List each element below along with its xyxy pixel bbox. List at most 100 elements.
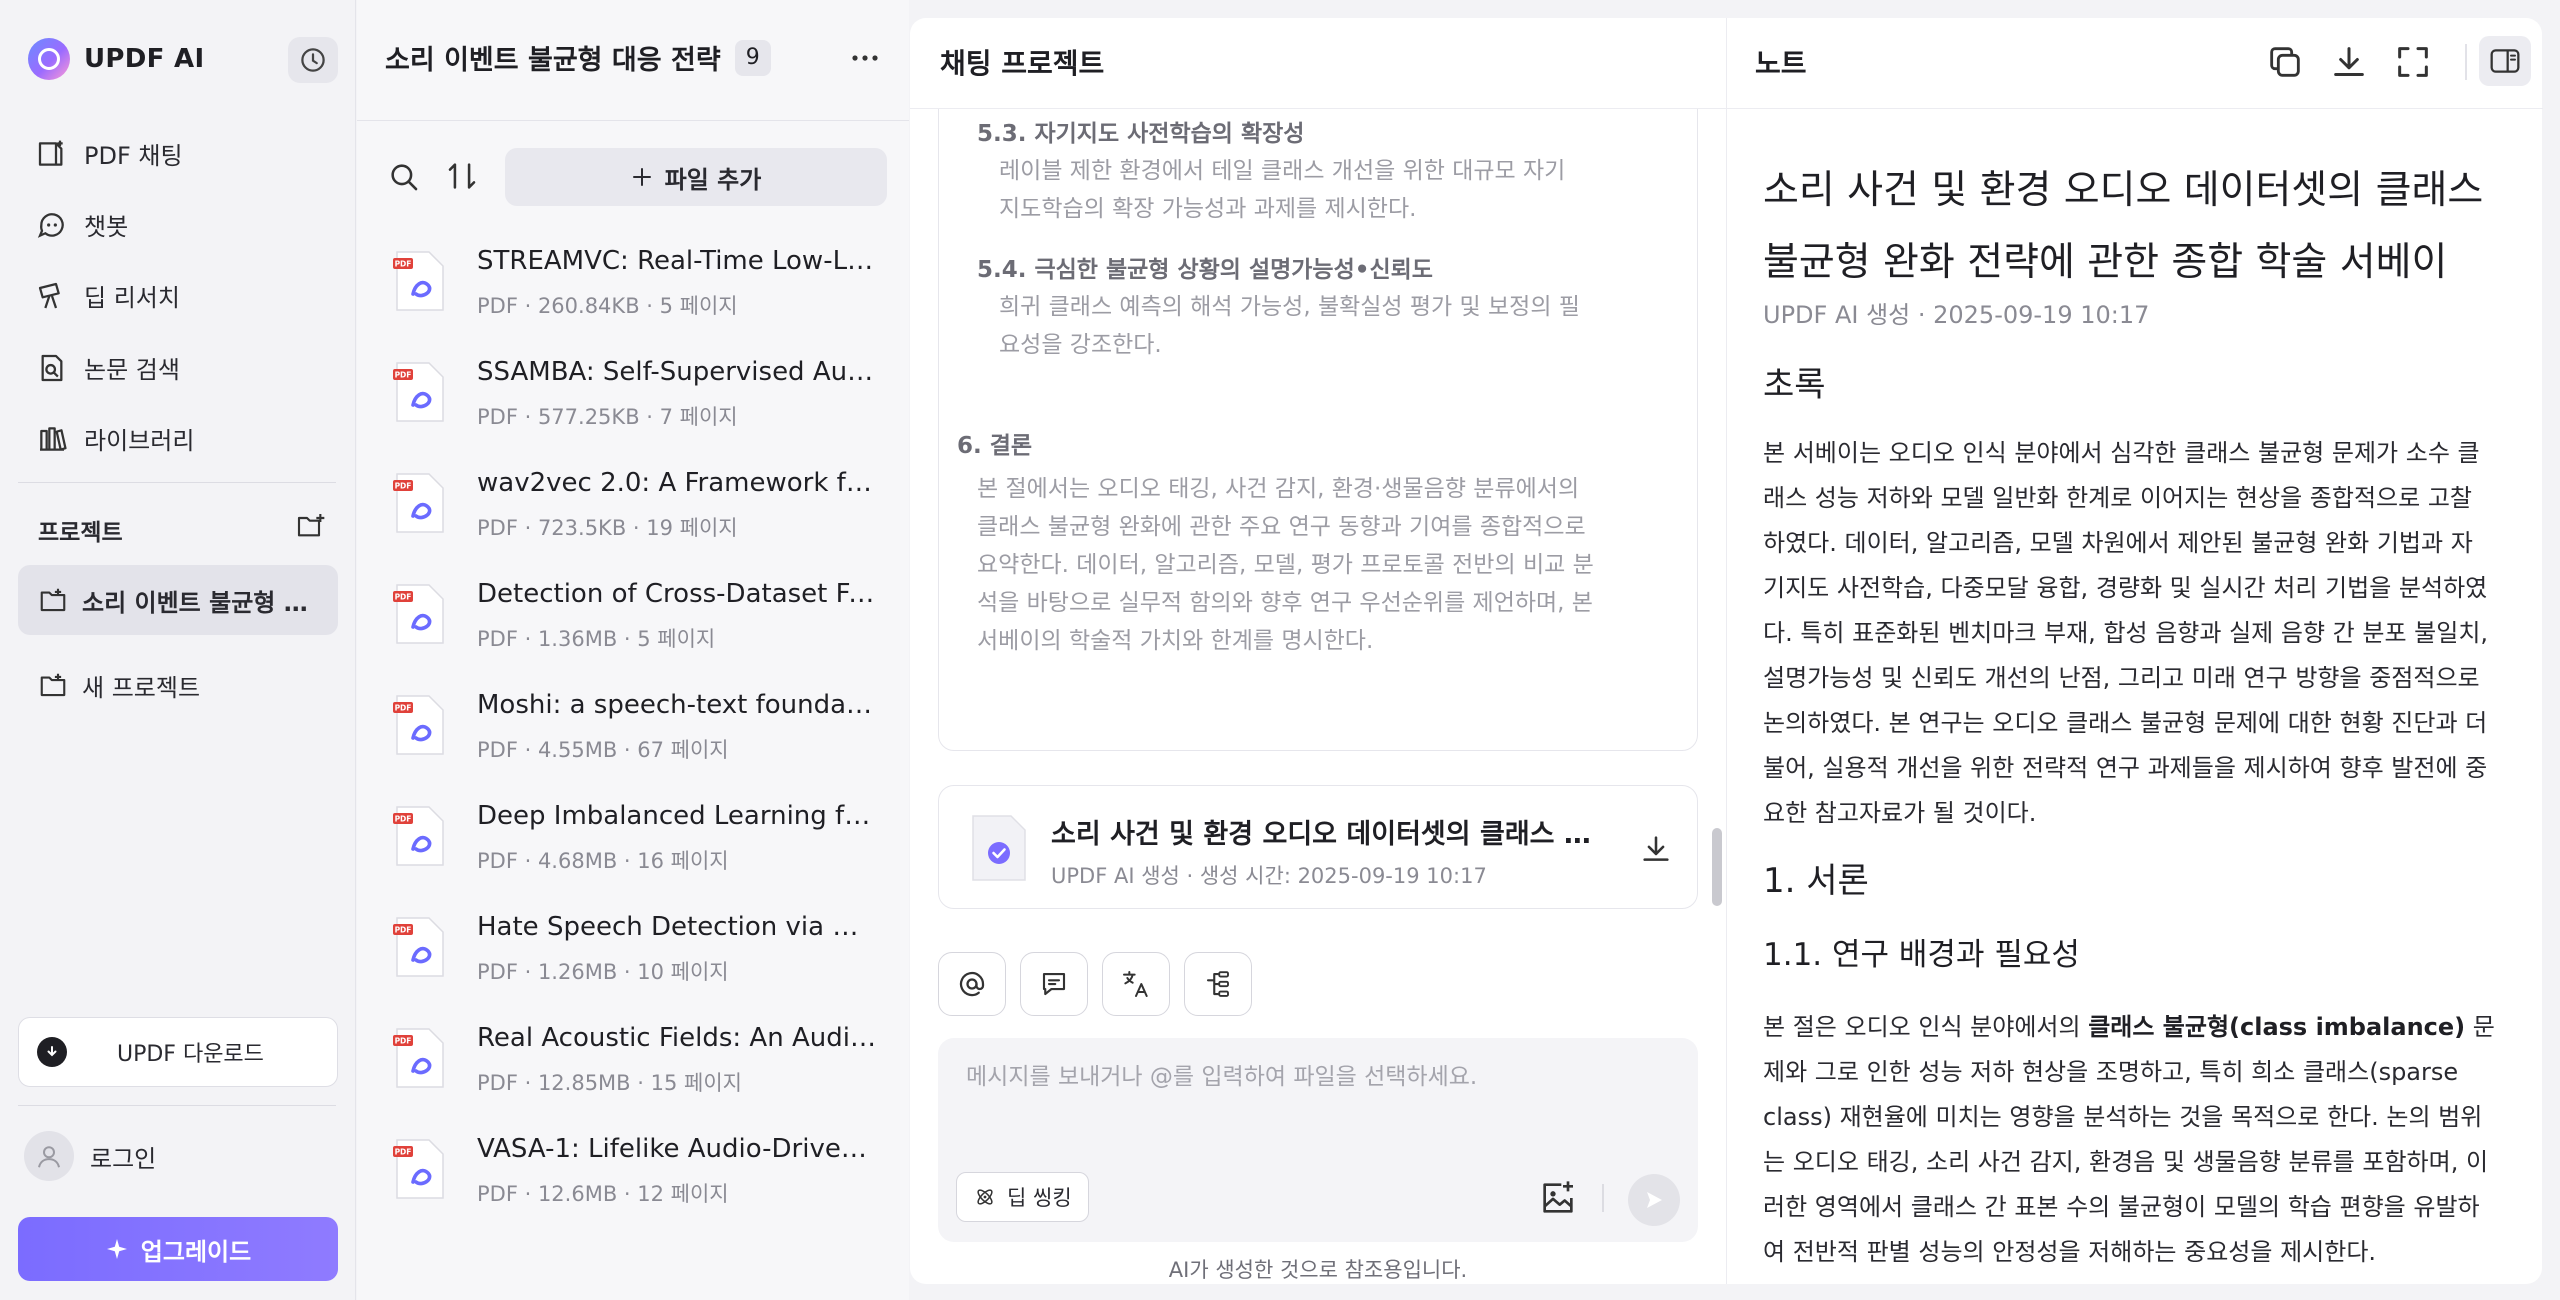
svg-text:PDF: PDF bbox=[395, 1037, 412, 1046]
upgrade-button[interactable]: 업그레이드 bbox=[18, 1217, 338, 1281]
document-meta: UPDF AI 생성 · 2025-09-19 10:17 bbox=[1763, 301, 2150, 329]
nav-library[interactable]: 라이브러리 bbox=[36, 421, 194, 456]
updf-logo-icon bbox=[28, 38, 70, 80]
download-icon bbox=[37, 1037, 67, 1067]
file-list-item[interactable]: PDF Detection of Cross-Dataset Fake Audio… bbox=[393, 559, 893, 669]
history-button[interactable] bbox=[288, 37, 338, 83]
download-icon[interactable] bbox=[1639, 832, 1673, 866]
nav-deep-research[interactable]: 딥 리서치 bbox=[36, 278, 180, 313]
pdf-file-icon: PDF bbox=[393, 1139, 444, 1199]
svg-text:PDF: PDF bbox=[395, 1148, 412, 1157]
sparkle-icon bbox=[106, 1239, 127, 1259]
fullscreen-icon[interactable] bbox=[2393, 42, 2433, 82]
file-list: PDF STREAMVC: Real-Time Low-Latency Voice… bbox=[357, 226, 909, 1272]
section-text: 클래스 불균형 완화에 관한 주요 연구 동향과 기여를 종합적으로 bbox=[977, 514, 1586, 540]
file-name: STREAMVC: Real-Time Low-Latency Voice Co… bbox=[477, 246, 877, 276]
copy-icon[interactable] bbox=[2265, 42, 2305, 82]
sidebar: UPDF AI PDF 채팅 챗봇 딥 리서치 논문 검색 라이브러리 프로젝트… bbox=[0, 0, 356, 1300]
file-list-item[interactable]: PDF SSAMBA: Self-Supervised Audio Represe… bbox=[393, 337, 893, 447]
file-name: Hate Speech Detection via Dual Contrasti… bbox=[477, 912, 877, 942]
file-list-item[interactable]: PDF VASA-1: Lifelike Audio-Driven Talking… bbox=[393, 1114, 893, 1224]
download-button[interactable]: UPDF 다운로드 bbox=[18, 1017, 338, 1087]
generated-report-card[interactable]: 소리 사건 및 환경 오디오 데이터셋의 클래스 불균형 완화 전략에 관한 종… bbox=[938, 785, 1698, 909]
section-text: 지도학습의 확장 가능성과 과제를 제시한다. bbox=[999, 196, 1417, 222]
divider bbox=[18, 1105, 336, 1106]
svg-text:PDF: PDF bbox=[395, 260, 412, 269]
divider bbox=[357, 120, 909, 121]
file-list-item[interactable]: PDF STREAMVC: Real-Time Low-Latency Voice… bbox=[393, 226, 893, 336]
project-label: 소리 이벤트 불균형 대응 전략 bbox=[82, 588, 318, 617]
section-text: 석을 바탕으로 실무적 함의와 향후 연구 우선순위를 제언하며, 본 bbox=[977, 590, 1593, 616]
pdf-file-icon: PDF bbox=[393, 362, 444, 422]
panel-toggle-button[interactable] bbox=[2479, 36, 2531, 86]
mindmap-icon bbox=[1206, 971, 1229, 997]
nav-pdf-chat[interactable]: PDF 채팅 bbox=[36, 136, 183, 171]
svg-text:PDF: PDF bbox=[395, 926, 412, 935]
file-meta: PDF · 1.36MB · 5 페이지 bbox=[477, 627, 716, 651]
paragraph-line: class) 재현율에 미치는 영향을 분석하는 것을 목적으로 한다. 논의 … bbox=[1763, 1103, 2483, 1131]
svg-text:PDF: PDF bbox=[395, 704, 412, 713]
file-meta: PDF · 4.68MB · 16 페이지 bbox=[477, 849, 729, 873]
file-meta: PDF · 1.26MB · 10 페이지 bbox=[477, 960, 729, 984]
mindmap-button[interactable] bbox=[1184, 952, 1252, 1016]
projects-heading: 프로젝트 bbox=[38, 520, 123, 546]
ai-disclaimer: AI가 생성한 것으로 참조용입니다. bbox=[1168, 1258, 1468, 1282]
add-file-label: 파일 추가 bbox=[664, 165, 762, 194]
prompt-button[interactable] bbox=[1020, 952, 1088, 1016]
deep-thinking-toggle[interactable]: 딥 씽킹 bbox=[956, 1172, 1089, 1222]
folder-icon bbox=[40, 673, 66, 697]
abstract-paragraph: 본 서베이는 오디오 인식 분야에서 심각한 클래스 불균형 문제가 소수 클래… bbox=[1763, 431, 2523, 836]
project-item-active[interactable]: 소리 이벤트 불균형 대응 전략 bbox=[18, 565, 338, 635]
file-name: wav2vec 2.0: A Framework for Self-Superv… bbox=[477, 468, 877, 498]
download-icon[interactable] bbox=[2329, 42, 2369, 82]
subsection-heading: 1.1. 연구 배경과 필요성 bbox=[1763, 937, 2080, 973]
file-meta: PDF · 12.6MB · 12 페이지 bbox=[477, 1182, 729, 1206]
search-icon[interactable] bbox=[387, 160, 421, 194]
nav-paper-search[interactable]: 논문 검색 bbox=[36, 350, 180, 385]
avatar-icon bbox=[24, 1131, 74, 1181]
nav-label: 논문 검색 bbox=[84, 356, 180, 384]
sidebar-panel-icon bbox=[2490, 49, 2520, 73]
file-list-item[interactable]: PDF Moshi: a speech-text foundation model… bbox=[393, 670, 893, 780]
file-meta: PDF · 12.85MB · 15 페이지 bbox=[477, 1071, 742, 1095]
svg-text:PDF: PDF bbox=[395, 815, 412, 824]
project-label: 새 프로젝트 bbox=[82, 673, 201, 702]
nav-chatbot[interactable]: 챗봇 bbox=[36, 207, 128, 242]
chat-title: 채팅 프로젝트 bbox=[940, 47, 1105, 80]
note-title: 노트 bbox=[1755, 47, 1807, 80]
abstract-heading: 초록 bbox=[1763, 365, 1826, 405]
login-button[interactable]: 로그인 bbox=[24, 1131, 156, 1181]
message-input[interactable] bbox=[966, 1064, 1666, 1090]
file-list-item[interactable]: PDF wav2vec 2.0: A Framework for Self-Sup… bbox=[393, 448, 893, 558]
pdf-file-icon: PDF bbox=[393, 917, 444, 977]
translate-button[interactable] bbox=[1102, 952, 1170, 1016]
section-text: 본 절에서는 오디오 태깅, 사건 감지, 환경·생물음향 분류에서의 bbox=[977, 476, 1580, 502]
sort-icon[interactable] bbox=[445, 159, 479, 193]
paragraph-line: 불어, 실용적 개선을 위한 전략적 연구 과제들을 제시하여 향후 발전에 중 bbox=[1763, 754, 2488, 782]
paragraph-line: 요한 참고자료가 될 것이다. bbox=[1763, 799, 2037, 827]
file-list-item[interactable]: PDF Hate Speech Detection via Dual Contra… bbox=[393, 892, 893, 1002]
chat-scrollbar[interactable] bbox=[1712, 828, 1722, 906]
intro-paragraph: 본 절은 오디오 인식 분야에서의 클래스 불균형(class imbalanc… bbox=[1763, 1005, 2523, 1269]
message-composer: 딥 씽킹 bbox=[938, 1038, 1698, 1242]
brand[interactable]: UPDF AI bbox=[28, 38, 204, 80]
paragraph-line: 제와 그로 인한 성능 저하 현상을 조명하고, 특히 희소 클래스(spars… bbox=[1763, 1058, 2459, 1086]
send-button[interactable] bbox=[1628, 1174, 1680, 1226]
mention-button[interactable] bbox=[938, 952, 1006, 1016]
pdf-file-icon: PDF bbox=[393, 584, 444, 644]
nav-label: 챗봇 bbox=[84, 213, 129, 241]
send-icon bbox=[1647, 1192, 1662, 1208]
more-options-icon[interactable] bbox=[847, 44, 883, 72]
project-item-new[interactable]: 새 프로젝트 bbox=[18, 650, 338, 720]
image-upload-icon[interactable] bbox=[1538, 1178, 1578, 1218]
add-file-button[interactable]: 파일 추가 bbox=[505, 148, 887, 206]
file-list-item[interactable]: PDF Real Acoustic Fields: An Audio-Visual… bbox=[393, 1003, 893, 1113]
file-name: Real Acoustic Fields: An Audio-Visual Ro… bbox=[477, 1023, 877, 1053]
folder-icon bbox=[40, 588, 66, 612]
file-name: Moshi: a speech-text foundation model bbox=[477, 690, 877, 720]
divider bbox=[2465, 44, 2467, 80]
new-folder-icon[interactable] bbox=[294, 510, 328, 542]
pdf-file-icon: PDF bbox=[393, 251, 444, 311]
document-title-line: 불균형 완화 전략에 관한 종합 학술 서베이 bbox=[1763, 240, 2448, 285]
file-list-item[interactable]: PDF Deep Imbalanced Learning for Face Rec… bbox=[393, 781, 893, 891]
